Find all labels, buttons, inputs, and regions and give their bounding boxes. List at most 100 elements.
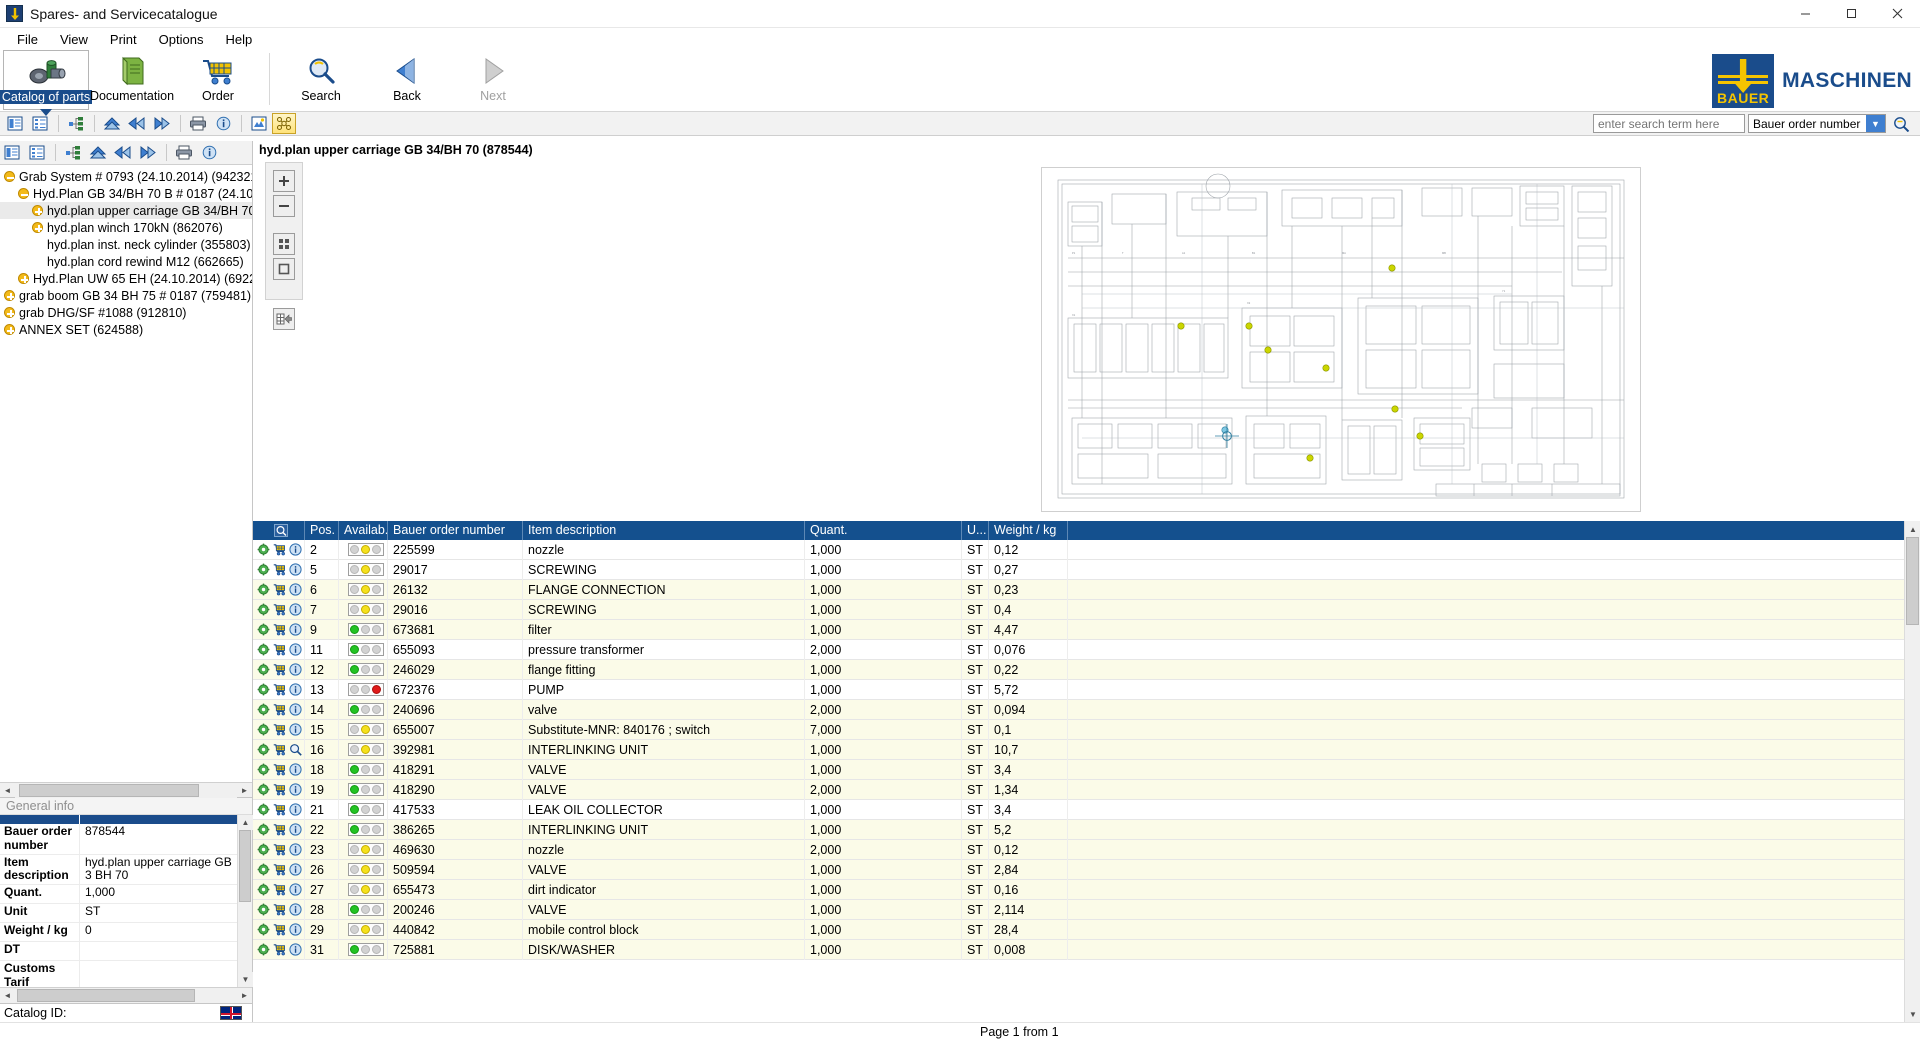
image-hotspot-icon[interactable] <box>247 113 271 134</box>
settings-gear-icon[interactable] <box>257 843 270 856</box>
ginfo-scroll-left-icon[interactable]: ◄ <box>0 988 15 1003</box>
row-actions[interactable] <box>253 680 305 700</box>
row-actions[interactable] <box>253 660 305 680</box>
tree-print-icon[interactable] <box>172 142 196 163</box>
general-info-vertical-scrollbar[interactable]: ▲ ▼ <box>237 815 252 987</box>
tree-scroll-track[interactable] <box>15 783 237 798</box>
tree-collapse-icon[interactable] <box>18 188 29 199</box>
row-actions[interactable] <box>253 560 305 580</box>
ribbon-documentation[interactable]: Documentation <box>89 50 175 110</box>
table-row[interactable]: 18418291VALVE1,000ST3,4 <box>253 760 1904 780</box>
settings-gear-icon[interactable] <box>257 663 270 676</box>
fit-grid-icon[interactable] <box>273 233 295 255</box>
add-to-cart-icon[interactable] <box>273 623 286 636</box>
row-info-icon[interactable] <box>289 923 302 936</box>
table-row[interactable]: 626132FLANGE CONNECTION1,000ST0,23 <box>253 580 1904 600</box>
tree-scroll-thumb[interactable] <box>19 784 199 797</box>
add-to-cart-icon[interactable] <box>273 743 286 756</box>
settings-gear-icon[interactable] <box>257 543 270 556</box>
row-info-icon[interactable] <box>289 883 302 896</box>
settings-gear-icon[interactable] <box>257 763 270 776</box>
tree-node[interactable]: hyd.plan upper carriage GB 34/BH 70 (8 <box>0 202 252 219</box>
add-to-cart-icon[interactable] <box>273 783 286 796</box>
general-info-horizontal-scrollbar[interactable]: ◄ ► <box>0 987 252 1003</box>
catalog-tree[interactable]: Grab System # 0793 (24.10.2014) (942321)… <box>0 165 252 782</box>
row-info-icon[interactable] <box>289 723 302 736</box>
menu-file[interactable]: File <box>6 30 49 49</box>
zoom-in-icon[interactable] <box>273 170 295 192</box>
add-to-cart-icon[interactable] <box>273 863 286 876</box>
advanced-search-icon[interactable] <box>1889 113 1913 134</box>
add-to-cart-icon[interactable] <box>273 883 286 896</box>
add-to-cart-icon[interactable] <box>273 843 286 856</box>
tree-node[interactable]: hyd.plan inst. neck cylinder (355803) <box>0 236 252 253</box>
table-scroll-down-icon[interactable]: ▼ <box>1905 1006 1920 1022</box>
header-bauer-order-number[interactable]: Bauer order number <box>388 521 523 540</box>
table-scroll-track[interactable] <box>1905 537 1920 1006</box>
tree-structure-icon[interactable] <box>61 142 85 163</box>
structure-tree-icon[interactable] <box>64 113 88 134</box>
header-weight[interactable]: Weight / kg <box>989 521 1068 540</box>
settings-gear-icon[interactable] <box>257 903 270 916</box>
row-search-icon[interactable] <box>289 743 302 756</box>
add-to-cart-icon[interactable] <box>273 803 286 816</box>
header-unit[interactable]: U... <box>962 521 989 540</box>
scroll-left-icon[interactable]: ◄ <box>0 783 15 798</box>
next-icon[interactable] <box>150 113 174 134</box>
add-to-cart-icon[interactable] <box>273 703 286 716</box>
table-row[interactable]: 31725881DISK/WASHER1,000ST0,008 <box>253 940 1904 960</box>
header-quantity[interactable]: Quant. <box>805 521 962 540</box>
tree-expand-icon[interactable] <box>18 273 29 284</box>
close-button[interactable] <box>1874 0 1920 28</box>
fit-page-icon[interactable] <box>273 258 295 280</box>
settings-gear-icon[interactable] <box>257 883 270 896</box>
row-actions[interactable] <box>253 800 305 820</box>
menu-print[interactable]: Print <box>99 30 148 49</box>
info-icon[interactable] <box>211 113 235 134</box>
menu-options[interactable]: Options <box>148 30 215 49</box>
tree-node[interactable]: Grab System # 0793 (24.10.2014) (942321) <box>0 168 252 185</box>
add-to-cart-icon[interactable] <box>273 723 286 736</box>
row-actions[interactable] <box>253 880 305 900</box>
add-to-cart-icon[interactable] <box>273 583 286 596</box>
add-to-cart-icon[interactable] <box>273 903 286 916</box>
row-actions[interactable] <box>253 700 305 720</box>
row-info-icon[interactable] <box>289 783 302 796</box>
add-to-cart-icon[interactable] <box>273 663 286 676</box>
zoom-out-icon[interactable] <box>273 195 295 217</box>
row-actions[interactable] <box>253 760 305 780</box>
row-actions[interactable] <box>253 620 305 640</box>
settings-gear-icon[interactable] <box>257 743 270 756</box>
ribbon-catalog-of-parts[interactable]: Catalog of parts <box>3 50 89 110</box>
tree-go-up-icon[interactable] <box>86 142 110 163</box>
table-row[interactable]: 26509594VALVE1,000ST2,84 <box>253 860 1904 880</box>
tree-node[interactable]: Hyd.Plan GB 34/BH 70 B # 0187 (24.10.201… <box>0 185 252 202</box>
ribbon-order[interactable]: Order <box>175 50 261 110</box>
row-actions[interactable] <box>253 840 305 860</box>
tree-next-icon[interactable] <box>136 142 160 163</box>
add-to-cart-icon[interactable] <box>273 683 286 696</box>
row-actions[interactable] <box>253 820 305 840</box>
table-row[interactable]: 14240696valve2,000ST0,094 <box>253 700 1904 720</box>
row-actions[interactable] <box>253 720 305 740</box>
scroll-right-icon[interactable]: ► <box>237 783 252 798</box>
table-row[interactable]: 22386265INTERLINKING UNIT1,000ST5,2 <box>253 820 1904 840</box>
row-info-icon[interactable] <box>289 863 302 876</box>
header-actions[interactable] <box>253 521 305 540</box>
table-row[interactable]: 27655473dirt indicator1,000ST0,16 <box>253 880 1904 900</box>
tree-expand-icon[interactable] <box>32 205 43 216</box>
row-info-icon[interactable] <box>289 663 302 676</box>
row-info-icon[interactable] <box>289 943 302 956</box>
settings-gear-icon[interactable] <box>257 603 270 616</box>
row-info-icon[interactable] <box>289 843 302 856</box>
tree-expand-icon[interactable] <box>4 324 15 335</box>
settings-gear-icon[interactable] <box>257 683 270 696</box>
search-mode-select[interactable]: Bauer order number ▼ <box>1748 114 1886 133</box>
table-scroll-up-icon[interactable]: ▲ <box>1905 521 1920 537</box>
settings-gear-icon[interactable] <box>257 783 270 796</box>
add-to-cart-icon[interactable] <box>273 763 286 776</box>
row-actions[interactable] <box>253 920 305 940</box>
tree-node[interactable]: grab boom GB 34 BH 75 # 0187 (759481) <box>0 287 252 304</box>
table-row[interactable]: 529017SCREWING1,000ST0,27 <box>253 560 1904 580</box>
tree-expand-icon[interactable] <box>32 222 43 233</box>
